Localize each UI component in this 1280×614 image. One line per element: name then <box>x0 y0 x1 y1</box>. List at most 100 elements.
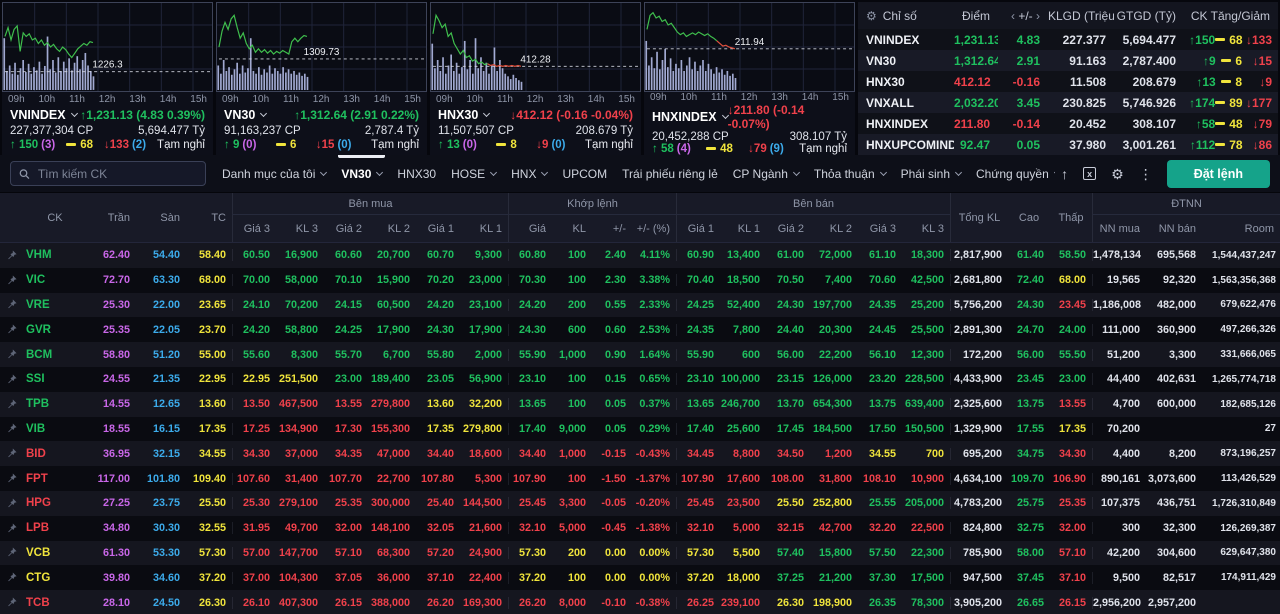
index-name-dropdown[interactable]: HNX30 <box>438 108 489 122</box>
board-cell: 15,800 <box>810 547 858 559</box>
index-table-row[interactable]: VN301,312.642.9191.1632,787.400↑96↓15 <box>858 50 1278 71</box>
tab-label: UPCOM <box>562 167 607 181</box>
board-cell: 0.55 <box>592 299 632 311</box>
board-row[interactable]: VRE25.3022.0023.6524.1070,20024.1560,500… <box>0 293 1280 318</box>
low-column-header: Thấp <box>1050 193 1092 242</box>
board-cell: 57.10 <box>324 547 368 559</box>
place-order-button[interactable]: Đặt lệnh <box>1167 160 1270 188</box>
pin-icon[interactable] <box>7 423 17 434</box>
excel-export-icon[interactable]: x <box>1083 167 1096 180</box>
pin-icon[interactable] <box>7 572 17 583</box>
tab-vn30[interactable]: VN30 <box>341 155 382 192</box>
board-cell: 600 <box>720 349 766 361</box>
kebab-menu-icon[interactable]: ⋮ <box>1139 167 1153 181</box>
board-cell: 5,000 <box>720 522 766 534</box>
tab-hnx30[interactable]: HNX30 <box>397 155 436 192</box>
index-table-row[interactable]: HNXINDEX211.80-0.1420.452308.107↑5848↓79 <box>858 113 1278 134</box>
tab-tr-i-phi-u-ri-ng-l-[interactable]: Trái phiếu riêng lẻ <box>622 155 718 192</box>
next-arrow-icon[interactable]: › <box>1033 9 1040 23</box>
board-cell: 107.90 <box>508 473 552 485</box>
board-cell: 2.30 <box>592 274 632 286</box>
index-table-row[interactable]: VNINDEX1,231.134.83227.3775,694.477↑1506… <box>858 29 1278 50</box>
ceiling-price: 24.55 <box>86 373 136 385</box>
gear-icon[interactable]: ⚙ <box>866 9 877 23</box>
board-cell: 4.11% <box>632 249 676 261</box>
index-klgd: 11.508 <box>1048 75 1114 89</box>
board-cell: 25.45 <box>676 497 720 509</box>
index-table-row[interactable]: VNXALL2,032.203.45230.8255,746.926↑17489… <box>858 92 1278 113</box>
pin-icon[interactable] <box>7 324 17 335</box>
toolbar-icons: ↑ x ⚙ ⋮ <box>1061 167 1153 181</box>
pin-icon[interactable] <box>7 399 17 410</box>
session-status: Tạm nghỉ <box>799 143 847 155</box>
index-table-row[interactable]: HNX30412.12-0.1611.508208.679↑138↓9 <box>858 71 1278 92</box>
foreign-group-header: ĐTNN <box>1092 193 1280 215</box>
board-row[interactable]: BCM58.8051.2055.0055.608,30055.706,70055… <box>0 342 1280 367</box>
pin-icon[interactable] <box>7 374 17 385</box>
pin-icon[interactable] <box>7 299 17 310</box>
tab-label: HNX <box>511 167 536 181</box>
pin-column-header <box>0 193 24 242</box>
tab-ch-ng-quy-n[interactable]: Chứng quyền <box>976 155 1055 192</box>
board-cell: 147,700 <box>276 547 324 559</box>
board-row[interactable]: LPB34.8030.3032.5531.9549,70032.00148,10… <box>0 516 1280 541</box>
board-cell: 300 <box>1092 522 1146 534</box>
board-row[interactable]: BID36.9532.1534.5534.3037,00034.3547,000… <box>0 441 1280 466</box>
board-cell: 23.10 <box>676 373 720 385</box>
index-change: 0.05 <box>998 138 1048 152</box>
pin-icon[interactable] <box>7 473 17 484</box>
board-cell: -1.50 <box>592 473 632 485</box>
pin-icon[interactable] <box>7 349 17 360</box>
board-cell: 126,000 <box>810 373 858 385</box>
flat-bar-icon <box>1215 143 1225 146</box>
index-name-dropdown[interactable]: VNINDEX <box>10 108 77 122</box>
tab-upcom[interactable]: UPCOM <box>562 155 607 192</box>
pin-icon[interactable] <box>7 523 17 534</box>
tab-th-a-thu-n[interactable]: Thỏa thuận <box>814 155 886 192</box>
tab-danh-m-c-c-a-t-i[interactable]: Danh mục của tôi <box>222 155 326 192</box>
ceiling-column-header: Trần <box>86 193 136 242</box>
tab-hose[interactable]: HOSE <box>451 155 496 192</box>
upload-icon[interactable]: ↑ <box>1061 167 1068 181</box>
board-cell: -0.15 <box>592 448 632 460</box>
board-row[interactable]: VIC72.7063.3068.0070.0058,00070.1015,900… <box>0 268 1280 293</box>
board-row[interactable]: TPB14.5512.6513.6013.50467,50013.55279,8… <box>0 392 1280 417</box>
board-row[interactable]: VHM62.4054.4058.4060.5016,90060.6020,700… <box>0 243 1280 268</box>
pin-icon[interactable] <box>7 597 17 608</box>
index-name-dropdown[interactable]: HNXINDEX <box>652 110 728 124</box>
pin-icon[interactable] <box>7 498 17 509</box>
pin-cell <box>0 250 24 261</box>
tab-ph-i-sinh[interactable]: Phái sinh <box>901 155 961 192</box>
search-box[interactable] <box>10 161 206 186</box>
pin-icon[interactable] <box>7 275 17 286</box>
board-row[interactable]: TCB28.1024.5026.3026.10407,30026.15388,0… <box>0 590 1280 614</box>
board-row[interactable]: FPT117.00101.80109.40107.6031,400107.702… <box>0 466 1280 491</box>
pin-icon[interactable] <box>7 250 17 261</box>
board-row[interactable]: VIB18.5516.1517.3517.25134,90017.30155,3… <box>0 417 1280 442</box>
time-axis-label: 11h <box>69 94 85 105</box>
pin-icon[interactable] <box>7 448 17 459</box>
ticker-symbol: BCM <box>24 349 86 361</box>
board-row[interactable]: GVR25.3522.0523.7024.2058,80024.2517,900… <box>0 317 1280 342</box>
tab-hnx[interactable]: HNX <box>511 155 547 192</box>
svg-text:412.28: 412.28 <box>520 55 551 66</box>
board-cell: 279,800 <box>460 423 508 435</box>
settings-gear-icon[interactable]: ⚙ <box>1111 167 1124 181</box>
board-cell: 695,200 <box>950 448 1008 460</box>
up-count: ↑9 <box>1184 54 1216 68</box>
decliners-count: ↓9(0) <box>536 139 565 151</box>
board-row[interactable]: CTG39.8034.6037.2037.00104,30037.0536,00… <box>0 565 1280 590</box>
tab-label: Danh mục của tôi <box>222 167 315 181</box>
board-row[interactable]: SSI24.5521.3522.9522.95251,50023.00189,4… <box>0 367 1280 392</box>
board-row[interactable]: VCB61.3053.3057.3057.00147,70057.1068,30… <box>0 541 1280 566</box>
board-cell: 17.35 <box>1050 423 1092 435</box>
tab-cp-ng-nh[interactable]: CP Ngành <box>733 155 799 192</box>
board-cell: 0.05 <box>592 423 632 435</box>
index-name-dropdown[interactable]: VN30 <box>224 108 266 122</box>
board-row[interactable]: HPG27.2523.7525.5025.30279,10025.35300,0… <box>0 491 1280 516</box>
index-change-value: ↑1,231.13 (4.83 0.39%) <box>80 108 205 122</box>
pin-cell <box>0 324 24 335</box>
search-input[interactable] <box>36 166 197 182</box>
pin-icon[interactable] <box>7 547 17 558</box>
index-table-row[interactable]: HNXUPCOMINDEX92.470.0537.9803,001.261↑11… <box>858 134 1278 155</box>
